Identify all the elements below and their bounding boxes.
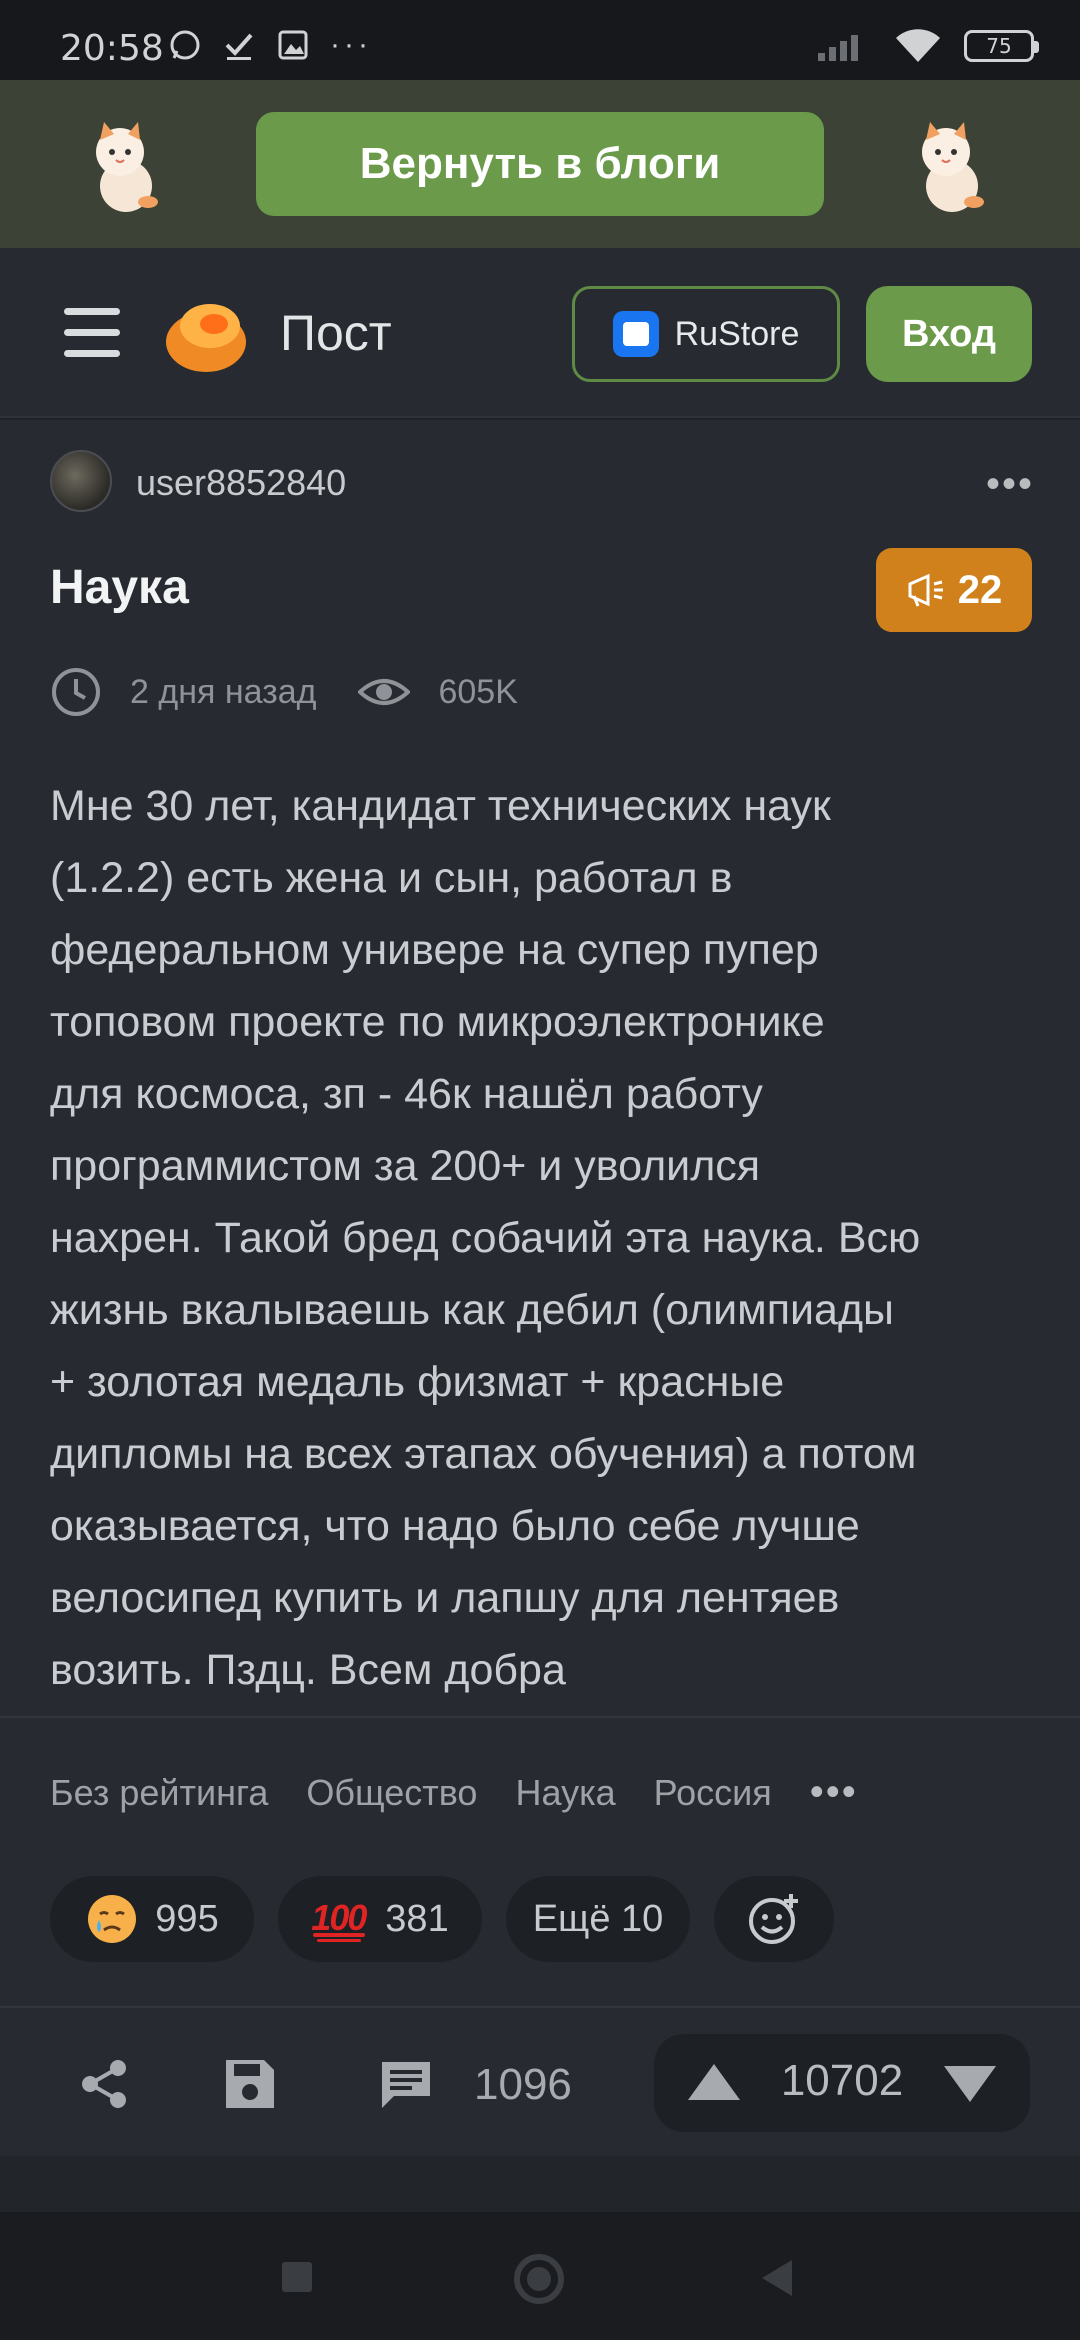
page-title: Пост (280, 305, 392, 361)
comments-icon[interactable] (378, 2056, 434, 2112)
post-body: Мне 30 лет, кандидат технических наук (1… (50, 770, 1050, 1706)
reaction-sad-count: 995 (155, 1897, 219, 1940)
more-options-icon[interactable]: ••• (986, 462, 1034, 507)
pikabu-logo-icon[interactable] (162, 292, 252, 376)
eye-icon (358, 679, 411, 705)
system-navigation-bar (0, 2212, 1080, 2340)
author-name[interactable]: user8852840 (136, 462, 346, 504)
community-badge[interactable]: 22 (876, 548, 1032, 632)
post-text-line: оказывается, что надо было себе лучше (50, 1502, 860, 1550)
post-meta: 2 дня назад 605K (50, 666, 518, 718)
signal-icon (818, 35, 858, 61)
reaction-hundred[interactable]: 100 381 (278, 1876, 482, 1962)
status-time: 20:58 (60, 28, 164, 69)
wifi-icon (896, 29, 940, 62)
status-system-icons: 75 (816, 28, 1039, 64)
post-text-line: топовом проекте по микроэлектронике (50, 998, 825, 1046)
downvote-icon[interactable] (944, 2066, 996, 2102)
reactions-bar: 995 100 381 Ещё 10 (0, 1866, 1080, 2006)
reaction-sad[interactable]: 995 (50, 1876, 254, 1962)
add-emoji-icon (749, 1894, 798, 1944)
more-reactions-button[interactable]: Ещё 10 (506, 1876, 690, 1962)
post-text-line: + золотая медаль физмат + красные (50, 1358, 785, 1406)
check-icon (225, 33, 253, 60)
post-text-line: велосипед купить и лапшу для лентяев (50, 1574, 840, 1622)
back-icon[interactable] (762, 2260, 792, 2296)
avatar[interactable] (50, 450, 112, 512)
app-header: Пост RuStore Вход (0, 248, 1080, 418)
post-text-line: дипломы на всех этапах обучения) а потом (50, 1430, 917, 1478)
post-text-line: программистом за 200+ и уволился (50, 1142, 761, 1190)
page-bottom-area (0, 2156, 1080, 2212)
tag-russia[interactable]: Россия (654, 1772, 772, 1814)
post-text-line: федеральном универе на супер пупер (50, 926, 819, 974)
whatsapp-icon (170, 30, 200, 60)
post-text-line: для космоса, зп - 46к нашёл работу (50, 1070, 763, 1118)
cat-mascot-icon (96, 122, 158, 212)
reaction-hundred-count: 381 (385, 1897, 449, 1940)
more-tags-icon[interactable]: ••• (810, 1770, 858, 1815)
status-notification-icons: ··· (168, 28, 372, 62)
badge-count: 22 (957, 567, 1003, 612)
hundred-emoji-icon: 100 (311, 1897, 369, 1942)
add-reaction-button[interactable] (714, 1876, 834, 1962)
sad-tear-emoji-icon (88, 1895, 137, 1943)
share-icon[interactable] (76, 2056, 132, 2112)
post-title[interactable]: Наука (50, 560, 189, 615)
post-text-line: (1.2.2) есть жена и сын, работал в (50, 854, 733, 902)
clock-icon (52, 668, 100, 716)
cat-mascot-icon (922, 122, 984, 212)
menu-icon[interactable] (64, 308, 120, 358)
rustore-label: RuStore (674, 314, 800, 353)
tag-society[interactable]: Общество (306, 1772, 477, 1814)
post-text-line: Мне 30 лет, кандидат технических наук (50, 782, 831, 830)
login-button[interactable]: Вход (866, 286, 1032, 382)
post-time: 2 дня назад (130, 672, 317, 711)
megaphone-icon (908, 573, 943, 607)
rustore-icon (612, 311, 659, 357)
post-views: 605K (438, 672, 518, 711)
battery-indicator: 75 (964, 30, 1039, 62)
status-bar: 20:58 ··· 75 (0, 0, 1080, 80)
more-notifications-icon: ··· (330, 28, 372, 61)
tag-no-rating[interactable]: Без рейтинга (50, 1772, 268, 1814)
back-to-blogs-button[interactable]: Вернуть в блоги (256, 112, 824, 216)
rustore-button[interactable]: RuStore (572, 286, 840, 382)
vote-widget: 10702 (654, 2034, 1030, 2132)
tag-science[interactable]: Наука (515, 1772, 615, 1814)
post-actions-bar: 1096 10702 (0, 2008, 1080, 2156)
tags-bar: Без рейтинга Общество Наука Россия ••• (0, 1718, 1080, 1866)
post-text-line: жизнь вкалываешь как дебил (олимпиады (50, 1286, 894, 1334)
comments-count[interactable]: 1096 (474, 2060, 572, 2110)
save-icon[interactable] (222, 2056, 278, 2112)
post-text-line: нахрен. Такой бред собачий эта наука. Вс… (50, 1214, 921, 1262)
post-text-line: возить. Пздц. Всем добра (50, 1646, 566, 1694)
gallery-icon (278, 30, 308, 60)
post-card: user8852840 ••• Наука 22 2 дня назад 605… (0, 420, 1080, 1716)
recent-apps-icon[interactable] (282, 2262, 312, 2292)
back-to-blogs-banner: Вернуть в блоги (0, 80, 1080, 248)
home-icon[interactable] (514, 2254, 564, 2304)
